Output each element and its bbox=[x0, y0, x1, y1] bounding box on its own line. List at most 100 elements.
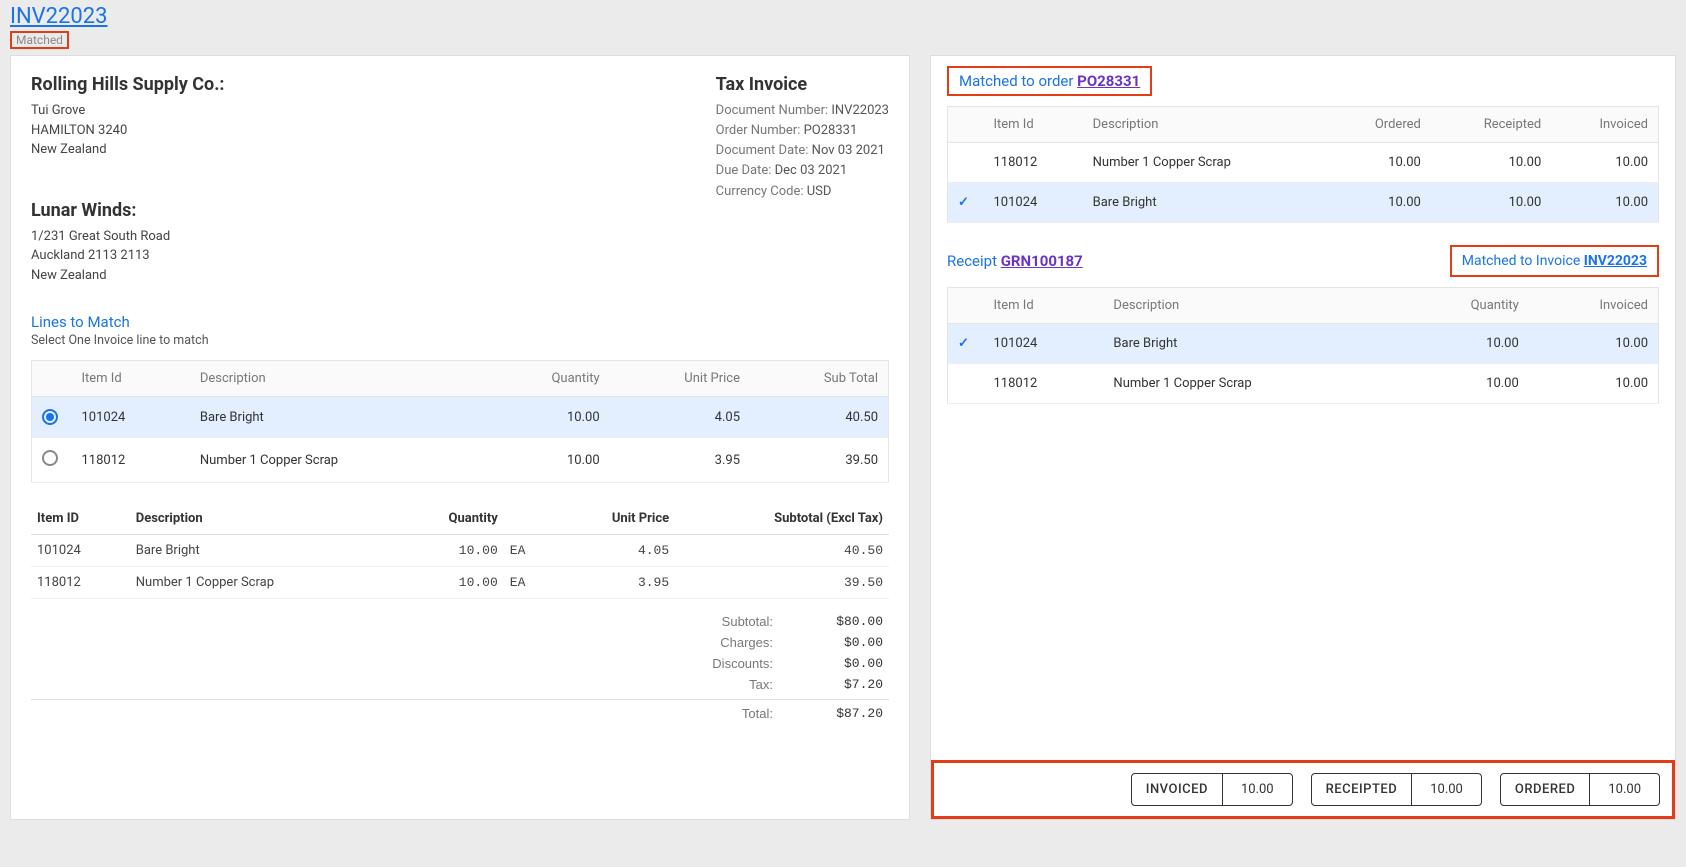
cell-item: 101024 bbox=[984, 183, 1083, 223]
discounts-label: Discounts: bbox=[683, 656, 773, 671]
matched-inv-prefix: Matched to Invoice bbox=[1462, 253, 1584, 269]
po-link[interactable]: PO28331 bbox=[1077, 72, 1140, 90]
cell-sub: 40.50 bbox=[750, 397, 888, 438]
po-col-item: Item Id bbox=[984, 107, 1083, 143]
invoice-summary-table: Item ID Description Quantity Unit Price … bbox=[31, 503, 889, 599]
invoice-line-row[interactable]: 118012 Number 1 Copper Scrap 10.00 3.95 … bbox=[32, 438, 889, 483]
cell-desc: Bare Bright bbox=[1083, 183, 1329, 223]
status-badge: Matched bbox=[10, 31, 69, 49]
discounts-value: $0.00 bbox=[803, 656, 883, 671]
receipt-link[interactable]: GRN100187 bbox=[1001, 252, 1083, 270]
cell-qty: 10.00 bbox=[395, 535, 503, 567]
po-col-receipted: Receipted bbox=[1431, 107, 1551, 143]
cell-unit: 4.05 bbox=[553, 535, 676, 567]
cell-uom: EA bbox=[504, 567, 553, 599]
rc-col-item: Item Id bbox=[984, 288, 1104, 324]
subtotal-label: Subtotal: bbox=[683, 614, 773, 629]
receipt-row[interactable]: ✓ 101024 Bare Bright 10.00 10.00 bbox=[948, 324, 1659, 364]
customer-name: Lunar Winds: bbox=[31, 200, 225, 221]
cell-qty: 10.00 bbox=[483, 438, 609, 483]
charges-label: Charges: bbox=[683, 635, 773, 650]
currency-label: Currency Code: bbox=[716, 184, 804, 199]
cell-sub: 40.50 bbox=[675, 535, 889, 567]
cell-item: 118012 bbox=[984, 364, 1104, 404]
radio-icon[interactable] bbox=[42, 450, 58, 466]
po-receipt-panel: Matched to order PO28331 Item Id Descrip… bbox=[930, 55, 1676, 820]
invoice-line-row[interactable]: 101024 Bare Bright 10.00 4.05 40.50 bbox=[32, 397, 889, 438]
cell-uom: EA bbox=[504, 535, 553, 567]
cell-item: 101024 bbox=[984, 324, 1104, 364]
cell-item: 118012 bbox=[72, 438, 190, 483]
cell-invoiced: 10.00 bbox=[1551, 143, 1658, 183]
cell-item: 101024 bbox=[31, 535, 130, 567]
due-date-label: Due Date: bbox=[716, 163, 772, 178]
currency-value: USD bbox=[807, 184, 832, 199]
scol-desc: Description bbox=[130, 503, 396, 535]
lines-to-match-subtitle: Select One Invoice line to match bbox=[31, 333, 889, 348]
receipt-lines-table: Item Id Description Quantity Invoiced ✓ … bbox=[947, 287, 1659, 404]
matched-order-prefix: Matched to order bbox=[959, 72, 1077, 90]
cell-sub: 39.50 bbox=[750, 438, 888, 483]
doc-date-label: Document Date: bbox=[716, 143, 809, 158]
col-qty: Quantity bbox=[483, 361, 609, 397]
scol-qty: Quantity bbox=[395, 503, 503, 535]
col-sub: Sub Total bbox=[750, 361, 888, 397]
metric-receipted-label: RECEIPTED bbox=[1312, 774, 1413, 805]
doc-date-value: Nov 03 2021 bbox=[812, 143, 885, 158]
cell-desc: Number 1 Copper Scrap bbox=[130, 567, 396, 599]
customer-addr2: Auckland 2113 2113 bbox=[31, 246, 225, 266]
metric-invoiced: INVOICED 10.00 bbox=[1131, 773, 1293, 806]
po-col-desc: Description bbox=[1083, 107, 1329, 143]
metric-ordered-label: ORDERED bbox=[1501, 774, 1590, 805]
cell-invoiced: 10.00 bbox=[1529, 324, 1659, 364]
cell-unit: 3.95 bbox=[610, 438, 750, 483]
po-row[interactable]: 118012 Number 1 Copper Scrap 10.00 10.00… bbox=[948, 143, 1659, 183]
rc-col-desc: Description bbox=[1103, 288, 1400, 324]
lines-to-match-title: Lines to Match bbox=[31, 313, 889, 331]
po-lines-table: Item Id Description Ordered Receipted In… bbox=[947, 106, 1659, 223]
doc-no-value: INV22023 bbox=[831, 103, 889, 118]
invoice-link[interactable]: INV22023 bbox=[10, 4, 108, 29]
matched-to-invoice-box: Matched to Invoice INV22023 bbox=[1450, 245, 1659, 277]
order-no-value: PO28331 bbox=[804, 123, 858, 138]
rc-col-qty: Quantity bbox=[1401, 288, 1529, 324]
supplier-addr1: Tui Grove bbox=[31, 101, 225, 121]
total-value: $87.20 bbox=[803, 706, 883, 721]
totals-block: Subtotal: $80.00 Charges: $0.00 Discounts:… bbox=[31, 611, 889, 724]
po-row[interactable]: ✓ 101024 Bare Bright 10.00 10.00 10.00 bbox=[948, 183, 1659, 223]
rc-col-invoiced: Invoiced bbox=[1529, 288, 1659, 324]
receipt-row[interactable]: 118012 Number 1 Copper Scrap 10.00 10.00 bbox=[948, 364, 1659, 404]
radio-icon[interactable] bbox=[42, 409, 58, 425]
cell-desc: Bare Bright bbox=[1103, 324, 1400, 364]
charges-value: $0.00 bbox=[803, 635, 883, 650]
summary-row: 118012 Number 1 Copper Scrap 10.00 EA 3.… bbox=[31, 567, 889, 599]
cell-item: 101024 bbox=[72, 397, 190, 438]
cell-qty: 10.00 bbox=[483, 397, 609, 438]
col-desc: Description bbox=[190, 361, 483, 397]
metric-invoiced-value: 10.00 bbox=[1223, 774, 1292, 805]
cell-item: 118012 bbox=[984, 143, 1083, 183]
check-icon: ✓ bbox=[958, 336, 969, 351]
cell-item: 118012 bbox=[31, 567, 130, 599]
matched-to-order-box: Matched to order PO28331 bbox=[947, 66, 1152, 96]
scol-sub: Subtotal (Excl Tax) bbox=[675, 503, 889, 535]
col-item: Item Id bbox=[72, 361, 190, 397]
cell-invoiced: 10.00 bbox=[1529, 364, 1659, 404]
due-date-value: Dec 03 2021 bbox=[775, 163, 848, 178]
cell-unit: 4.05 bbox=[610, 397, 750, 438]
cell-qty: 10.00 bbox=[1401, 324, 1529, 364]
matched-inv-link[interactable]: INV22023 bbox=[1584, 253, 1647, 269]
invoice-panel: Rolling Hills Supply Co.: Tui Grove HAMI… bbox=[10, 55, 910, 820]
cell-sub: 39.50 bbox=[675, 567, 889, 599]
tax-value: $7.20 bbox=[803, 677, 883, 692]
doc-title: Tax Invoice bbox=[716, 74, 889, 95]
cell-receipted: 10.00 bbox=[1431, 143, 1551, 183]
cell-ordered: 10.00 bbox=[1328, 143, 1430, 183]
subtotal-value: $80.00 bbox=[803, 614, 883, 629]
cell-ordered: 10.00 bbox=[1328, 183, 1430, 223]
cell-qty: 10.00 bbox=[1401, 364, 1529, 404]
scol-unit: Unit Price bbox=[553, 503, 676, 535]
cell-desc: Number 1 Copper Scrap bbox=[1103, 364, 1400, 404]
supplier-name: Rolling Hills Supply Co.: bbox=[31, 74, 225, 95]
check-icon: ✓ bbox=[958, 195, 969, 210]
